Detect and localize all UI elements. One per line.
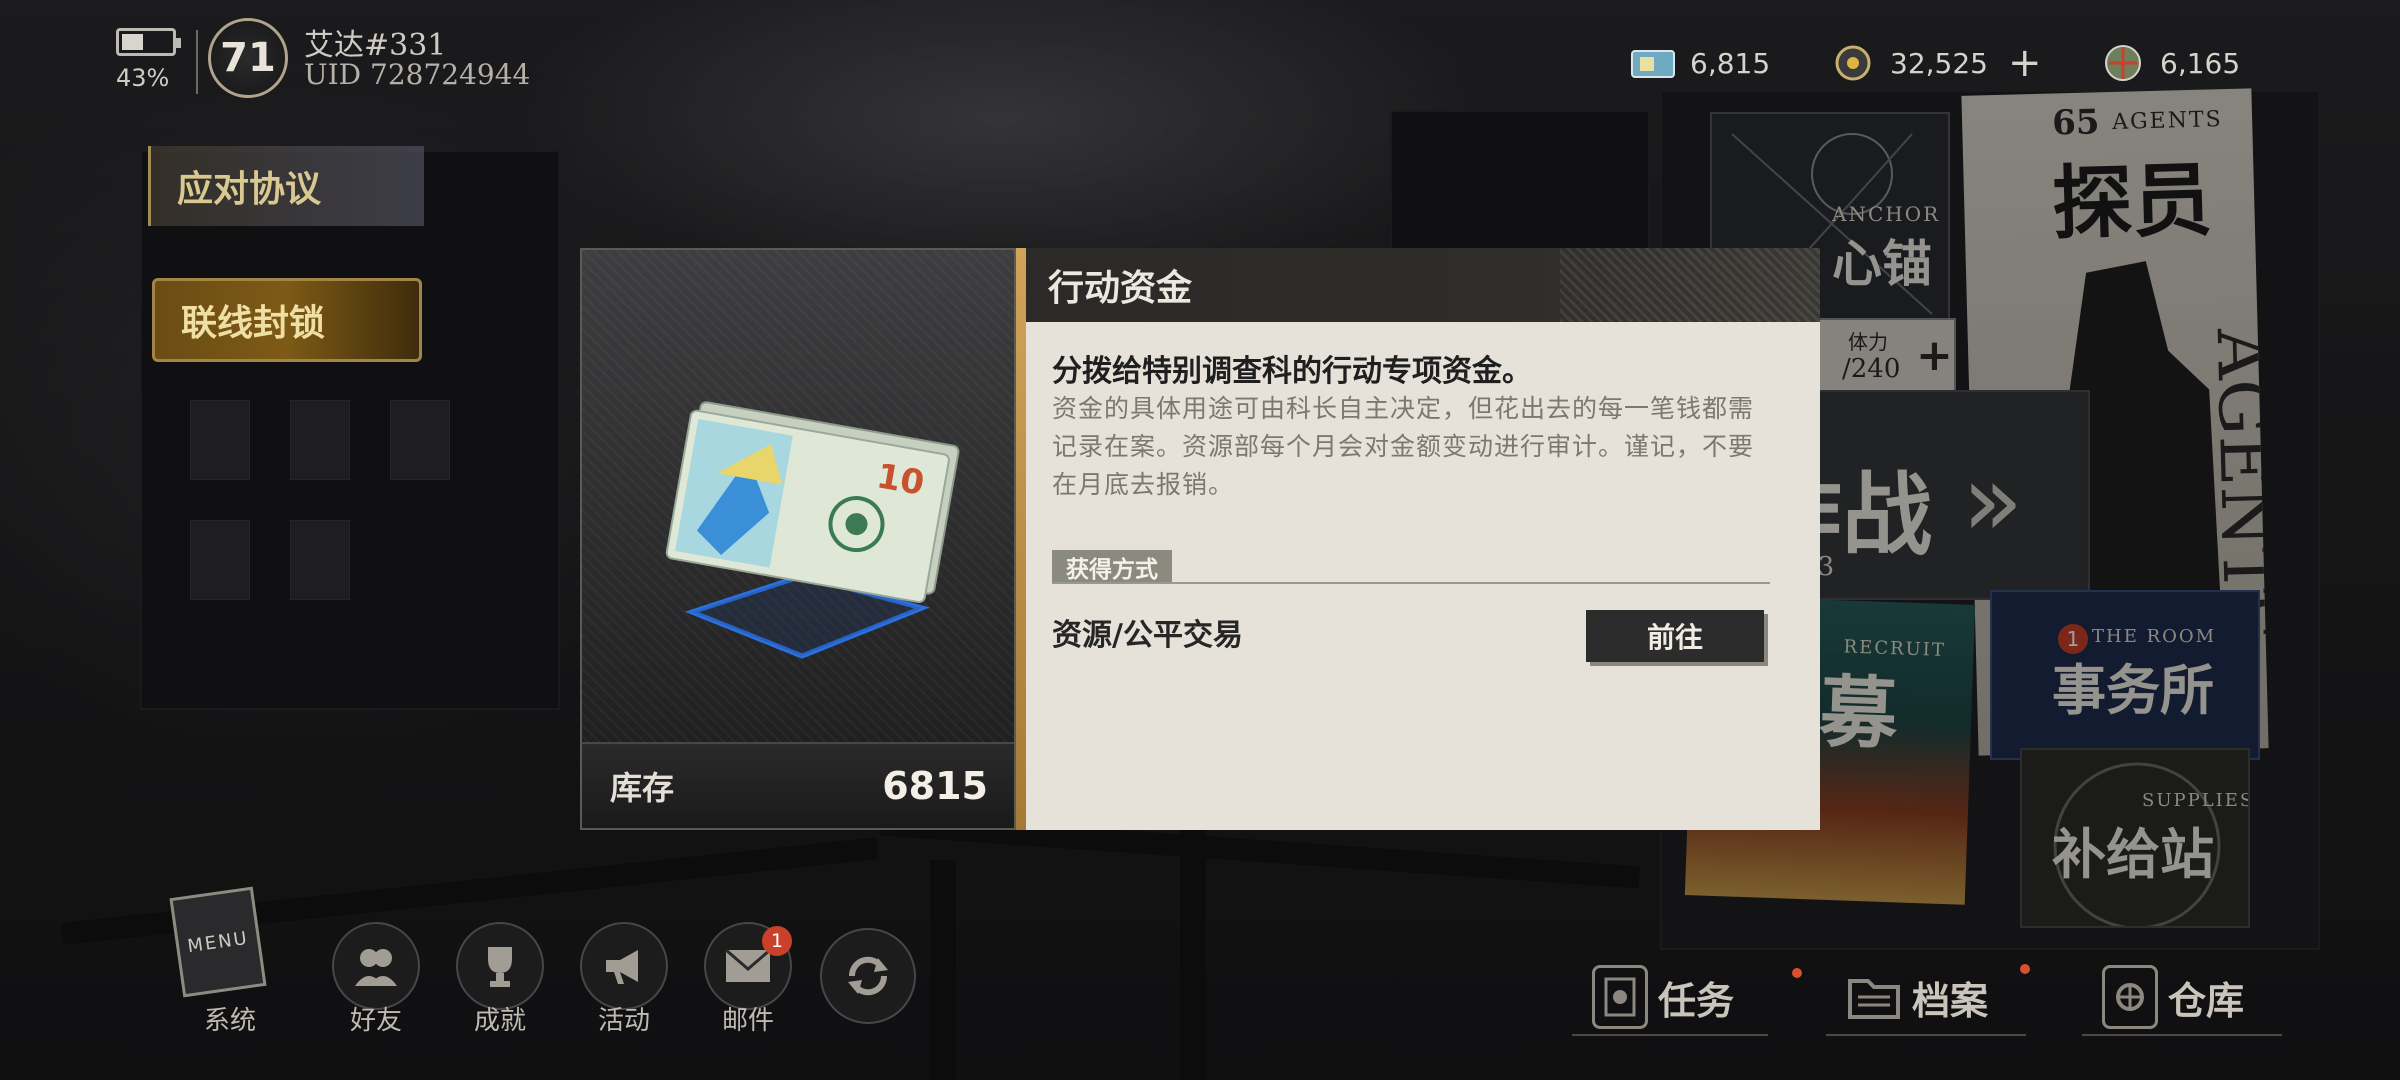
- currency-value: 6,815: [1690, 46, 1771, 80]
- refresh-icon: [820, 928, 916, 1024]
- globe-coin-icon: [2100, 43, 2146, 83]
- nav-achievements-label: 成就: [473, 1006, 526, 1036]
- ticket-icon: [1630, 43, 1676, 83]
- tasks-alert-dot: [1792, 968, 1802, 978]
- currency-action-funds[interactable]: 6,815: [1630, 38, 1770, 88]
- lockdown-banner-label: 联线封锁: [181, 302, 326, 344]
- storage-label: 仓库: [2168, 977, 2245, 1023]
- tasks-icon: [1592, 965, 1648, 1029]
- safe-icon: [2102, 965, 2158, 1029]
- gear-coin-icon: [1830, 43, 1876, 83]
- mail-notification-badge: 1: [762, 926, 792, 956]
- nav-events-label: 活动: [597, 1006, 650, 1036]
- nav-system[interactable]: 系统: [180, 922, 280, 1037]
- currency-value: 32,525: [1890, 46, 1988, 80]
- archive-button[interactable]: 档案: [1826, 960, 2026, 1036]
- item-detail-modal: 10 库存 6815 行动资金 分拨给特别调查科的行动专项资金。 资金的具体用途…: [580, 248, 1820, 830]
- megaphone-icon: [580, 922, 668, 1010]
- inventory-bar: 库存 6815: [582, 742, 1014, 828]
- profile-divider: [196, 30, 198, 94]
- battery-icon: [116, 28, 181, 56]
- trophy-icon: [456, 922, 544, 1010]
- player-uid: UID 728724944: [304, 58, 531, 91]
- protocol-banner[interactable]: 应对协议: [148, 146, 424, 226]
- nav-system-label: 系统: [203, 1006, 256, 1036]
- archive-alert-dot: [2020, 964, 2030, 974]
- gold-divider: [1016, 248, 1026, 830]
- inventory-count: 6815: [882, 764, 988, 808]
- battery-percent: 43%: [116, 64, 170, 92]
- archive-label: 档案: [1912, 977, 1989, 1023]
- tasks-button[interactable]: 任务: [1572, 960, 1768, 1036]
- friends-icon: [332, 922, 420, 1010]
- lockdown-banner[interactable]: 联线封锁: [152, 278, 422, 362]
- nav-achievements[interactable]: 成就: [450, 922, 550, 1037]
- folder-icon: [1846, 965, 1902, 1029]
- svg-text:10: 10: [874, 456, 928, 504]
- nav-mail-label: 邮件: [721, 1006, 774, 1036]
- add-currency-button[interactable]: +: [2008, 40, 2042, 86]
- banknote-icon: 10: [665, 401, 960, 659]
- tasks-label: 任务: [1658, 977, 1735, 1023]
- currency-globe-coin[interactable]: 6,165: [2100, 38, 2240, 88]
- item-subtitle: 分拨给特别调查科的行动专项资金。: [1052, 354, 1532, 389]
- nav-events[interactable]: 活动: [574, 922, 674, 1037]
- protocol-banner-label: 应对协议: [177, 168, 322, 210]
- item-description: 资金的具体用途可由科长自主决定，但花出去的每一笔钱都需记录在案。资源部每个月会对…: [1052, 394, 1755, 499]
- acquisition-tag: 获得方式: [1052, 550, 1172, 584]
- nav-refresh[interactable]: [818, 928, 918, 1024]
- currency-gear-coin[interactable]: 32,525 +: [1830, 38, 2042, 88]
- acquisition-source: 资源/公平交易: [1052, 618, 1243, 653]
- battery-fill: [122, 34, 143, 50]
- item-title: 行动资金: [1048, 267, 1193, 309]
- inventory-label: 库存: [610, 769, 675, 807]
- player-level-badge[interactable]: 71: [208, 18, 288, 98]
- item-title-bar: 行动资金: [1026, 248, 1820, 322]
- item-preview-panel: 10 库存 6815: [580, 248, 1016, 830]
- item-info-panel: 行动资金 分拨给特别调查科的行动专项资金。 资金的具体用途可由科长自主决定，但花…: [1026, 248, 1820, 830]
- currency-value: 6,165: [2160, 46, 2241, 80]
- storage-button[interactable]: 仓库: [2082, 960, 2282, 1036]
- acquisition-divider: [1052, 582, 1770, 584]
- header-texture: [1560, 248, 1820, 322]
- nav-friends-label: 好友: [349, 1006, 402, 1036]
- nav-friends[interactable]: 好友: [326, 922, 426, 1037]
- goto-button[interactable]: 前往: [1586, 610, 1764, 662]
